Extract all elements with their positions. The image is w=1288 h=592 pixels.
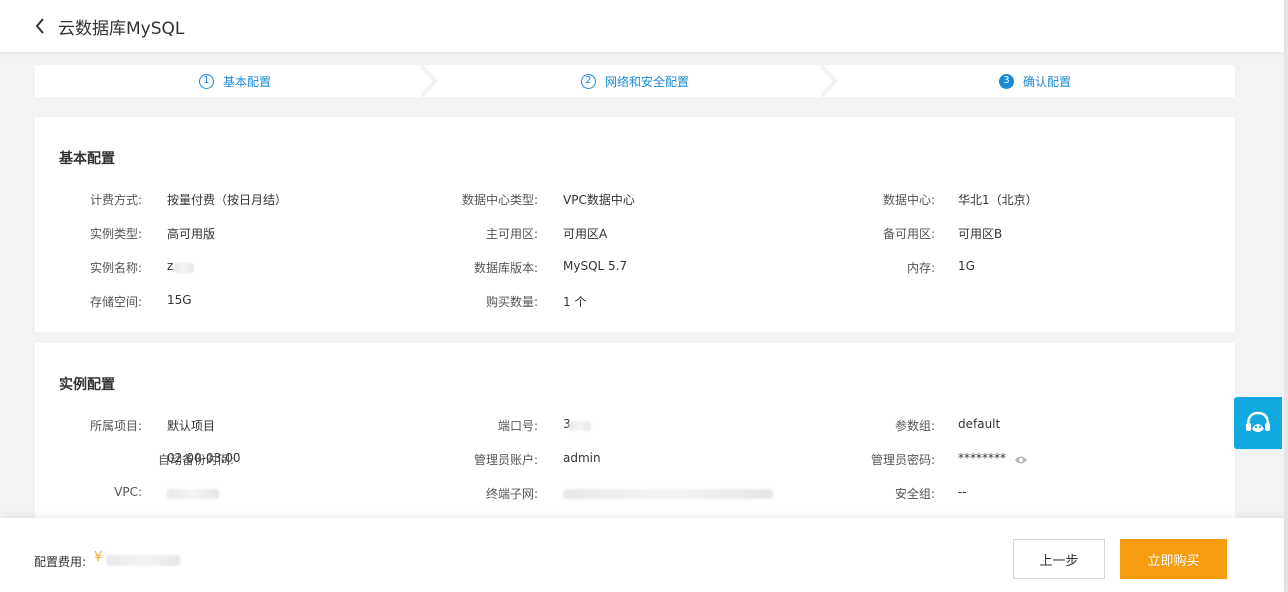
instance-name-value: z	[167, 259, 174, 273]
eye-icon[interactable]	[1014, 454, 1028, 468]
instance-config-card: 实例配置 所属项目: 默认项目 端口号: 3 参数组: default 自动备份…	[35, 343, 1235, 523]
buy-now-button[interactable]: 立即购买	[1120, 539, 1227, 579]
basic-config-card: 基本配置 计费方式: 按量付费（按日月结） 数据中心类型: VPC数据中心 数据…	[35, 117, 1235, 332]
redacted-text	[174, 263, 194, 273]
admin-account-value: admin	[563, 451, 601, 465]
dc-value: 华北1（北京）	[958, 193, 1038, 207]
previous-step-button[interactable]: 上一步	[1013, 539, 1105, 579]
step-number: 2	[580, 73, 596, 89]
customer-service-icon	[1246, 411, 1270, 432]
quantity-value: 1 个	[563, 295, 587, 309]
admin-password-value: ********	[958, 451, 1006, 465]
customer-service-button[interactable]	[1234, 397, 1282, 449]
memory-value: 1G	[958, 259, 975, 273]
step-confirm-config[interactable]: 3 确认配置	[835, 65, 1235, 97]
step-separator-icon	[821, 65, 838, 97]
page-title: 云数据库MySQL	[58, 18, 185, 39]
step-network-security[interactable]: 2 网络和安全配置	[435, 65, 838, 97]
storage-label: 存储空间:	[89, 295, 142, 309]
vpc-label: VPC:	[114, 485, 142, 499]
step-number: 3	[998, 73, 1014, 89]
scrollbar[interactable]	[1284, 0, 1288, 592]
subnet-label: 终端子网:	[485, 487, 538, 501]
section-title: 基本配置	[59, 151, 115, 167]
step-number: 1	[198, 73, 214, 89]
instance-type-label: 实例类型:	[89, 227, 142, 241]
db-version-label: 数据库版本:	[473, 261, 538, 275]
step-label: 确认配置	[1022, 74, 1071, 89]
dc-type-label: 数据中心类型:	[461, 193, 538, 207]
db-version-value: MySQL 5.7	[563, 259, 628, 273]
redacted-text	[563, 489, 773, 499]
dc-label: 数据中心:	[882, 193, 935, 207]
billing-value: 按量付费（按日月结）	[167, 193, 288, 207]
param-group-label: 参数组:	[894, 419, 935, 433]
instance-type-value: 高可用版	[167, 227, 216, 241]
admin-account-label: 管理员账户:	[473, 453, 538, 467]
admin-password-label: 管理员密码:	[870, 453, 935, 467]
primary-zone-value: 可用区A	[563, 227, 608, 241]
dc-type-value: VPC数据中心	[563, 193, 635, 207]
param-group-value: default	[958, 417, 1001, 431]
quantity-label: 购买数量:	[485, 295, 538, 309]
step-basic-config[interactable]: 1 基本配置	[35, 65, 438, 97]
backup-zone-value: 可用区B	[958, 227, 1003, 241]
backup-time-value: 02:00-03:00	[167, 451, 241, 465]
fee-currency-symbol: ¥	[94, 550, 103, 565]
instance-name-label: 实例名称:	[89, 261, 142, 275]
security-group-value: --	[958, 485, 967, 499]
security-group-label: 安全组:	[894, 487, 935, 501]
backup-zone-label: 备可用区:	[882, 227, 935, 241]
billing-label: 计费方式:	[89, 193, 142, 207]
memory-label: 内存:	[906, 261, 935, 275]
project-label: 所属项目:	[89, 419, 142, 433]
footer-bar: 配置费用: ¥ 上一步 立即购买	[0, 518, 1284, 592]
top-bar: 云数据库MySQL	[0, 0, 1284, 52]
redacted-fee-amount	[106, 555, 180, 566]
redacted-text	[167, 489, 219, 499]
port-label: 端口号:	[497, 419, 538, 433]
fee-label: 配置费用:	[34, 555, 87, 569]
project-value: 默认项目	[167, 419, 216, 433]
back-icon[interactable]	[20, 6, 60, 46]
primary-zone-label: 主可用区:	[485, 227, 538, 241]
step-label: 基本配置	[222, 74, 271, 89]
step-indicator: 1 基本配置 2 网络和安全配置 3 确认配置	[35, 65, 1235, 97]
section-title: 实例配置	[59, 377, 115, 393]
redacted-text	[569, 421, 591, 431]
storage-value: 15G	[167, 293, 192, 307]
step-separator-icon	[421, 65, 438, 97]
step-label: 网络和安全配置	[604, 74, 689, 89]
